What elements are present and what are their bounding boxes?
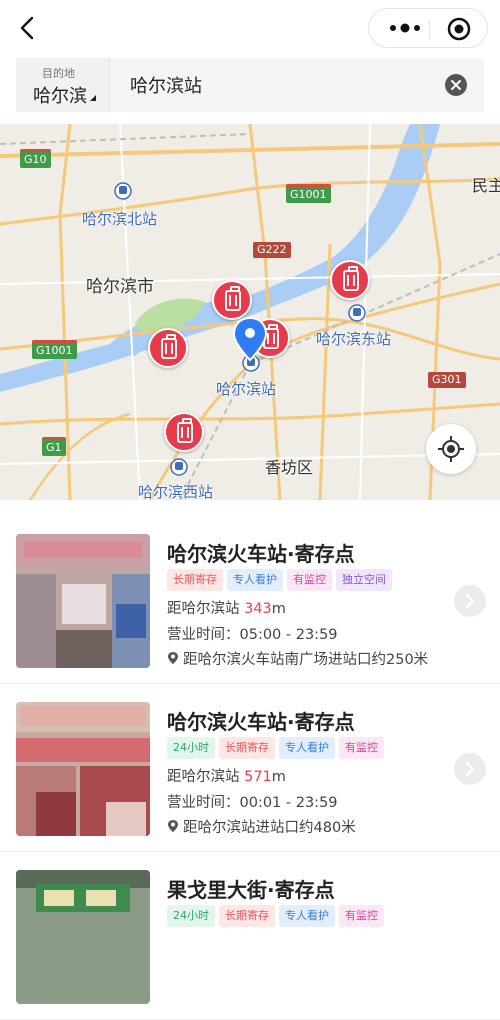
tag: 独立空间 bbox=[336, 569, 392, 591]
destination-label: 目的地 bbox=[42, 67, 75, 80]
dropdown-caret-icon bbox=[90, 95, 96, 101]
locate-me-button[interactable] bbox=[426, 424, 476, 474]
distance-value: 343 bbox=[244, 601, 272, 617]
distance-value: 571 bbox=[244, 769, 272, 785]
luggage-pin-east[interactable] bbox=[330, 260, 370, 300]
tag: 长期寄存 bbox=[219, 737, 275, 759]
storefront-photo bbox=[16, 534, 150, 668]
destination-selector[interactable]: 目的地 哈尔滨 bbox=[16, 58, 110, 112]
highway-shield-g10: G10 bbox=[20, 149, 51, 168]
luggage-icon bbox=[161, 334, 177, 359]
luggage-pin-north[interactable] bbox=[212, 280, 252, 320]
tag: 专人看护 bbox=[279, 905, 335, 927]
map-label-harbin-west: 哈尔滨西站 bbox=[138, 484, 214, 500]
search-input[interactable]: 哈尔滨站 bbox=[130, 72, 202, 98]
listing-address: 距哈尔滨火车站南广场进站口约250米 bbox=[167, 648, 428, 669]
highway-shield-g1: G1 bbox=[42, 437, 66, 456]
search-bar: 目的地 哈尔滨 哈尔滨站 bbox=[16, 58, 484, 112]
tag: 长期寄存 bbox=[167, 569, 223, 591]
storefront-photo bbox=[16, 870, 150, 1004]
map-view[interactable]: G10 G1001 G222 G1001 G301 G1 民主 哈尔滨北站 哈尔… bbox=[0, 124, 500, 500]
luggage-icon bbox=[343, 266, 359, 291]
highway-shield-g222: G222 bbox=[253, 242, 291, 258]
tag: 有监控 bbox=[339, 905, 384, 927]
tag: 24小时 bbox=[167, 737, 215, 759]
back-arrow-icon[interactable] bbox=[14, 12, 46, 44]
listing-address: 距哈尔滨站进站口约480米 bbox=[167, 816, 356, 837]
capsule-divider bbox=[429, 19, 430, 39]
list-item[interactable]: 果戈里大街·寄存点 24小时 长期寄存 专人看护 有监控 bbox=[0, 852, 500, 1020]
list-item[interactable]: 哈尔滨火车站·寄存点 长期寄存 专人看护 有监控 独立空间 距哈尔滨站 343m… bbox=[0, 516, 500, 684]
distance-unit: m bbox=[271, 601, 286, 617]
map-pin-icon bbox=[168, 652, 178, 664]
tag: 有监控 bbox=[339, 737, 384, 759]
train-station-icon bbox=[170, 458, 188, 476]
listing-title: 哈尔滨火车站·寄存点 bbox=[167, 710, 355, 734]
map-pin-icon bbox=[168, 820, 178, 832]
luggage-pin-west[interactable] bbox=[148, 328, 188, 368]
top-nav-bar bbox=[0, 0, 500, 56]
train-station-icon bbox=[114, 182, 132, 200]
crosshair-icon bbox=[438, 436, 464, 462]
chevron-right-icon[interactable] bbox=[454, 585, 486, 617]
distance-unit: m bbox=[271, 769, 286, 785]
listing-tags: 24小时 长期寄存 专人看护 有监控 bbox=[167, 905, 384, 927]
map-label-harbin-east: 哈尔滨东站 bbox=[316, 331, 392, 348]
map-label-xiangfang: 香坊区 bbox=[265, 460, 314, 477]
listing-hours: 营业时间：00:01 - 23:59 bbox=[167, 795, 338, 811]
list-item[interactable]: 哈尔滨火车站·寄存点 24小时 长期寄存 专人看护 有监控 距哈尔滨站 571m… bbox=[0, 684, 500, 852]
map-base bbox=[0, 124, 500, 500]
listing-tags: 24小时 长期寄存 专人看护 有监控 bbox=[167, 737, 384, 759]
storefront-photo bbox=[16, 702, 150, 836]
close-miniprogram-icon[interactable] bbox=[447, 17, 471, 41]
listing-title: 果戈里大街·寄存点 bbox=[167, 878, 335, 902]
listing-tags: 长期寄存 专人看护 有监控 独立空间 bbox=[167, 569, 392, 591]
listing-title: 哈尔滨火车站·寄存点 bbox=[167, 542, 355, 566]
tag: 专人看护 bbox=[279, 737, 335, 759]
highway-shield-g1001: G1001 bbox=[286, 184, 331, 203]
map-label-minzhu: 民主 bbox=[472, 178, 500, 195]
tag: 有监控 bbox=[287, 569, 332, 591]
tag: 专人看护 bbox=[227, 569, 283, 591]
map-label-harbin-station: 哈尔滨站 bbox=[216, 381, 277, 398]
listing-hours: 营业时间：05:00 - 23:59 bbox=[167, 627, 338, 643]
distance-prefix: 距哈尔滨站 bbox=[167, 601, 245, 617]
luggage-pin-south[interactable] bbox=[164, 412, 204, 452]
tag: 24小时 bbox=[167, 905, 215, 927]
distance-prefix: 距哈尔滨站 bbox=[167, 769, 245, 785]
destination-city: 哈尔滨 bbox=[33, 86, 87, 107]
map-label-harbin-city: 哈尔滨市 bbox=[86, 277, 154, 296]
miniprogram-capsule bbox=[368, 8, 488, 48]
address-text: 距哈尔滨站进站口约480米 bbox=[183, 820, 356, 836]
highway-shield-g1001-west: G1001 bbox=[32, 340, 77, 359]
tag: 长期寄存 bbox=[219, 905, 275, 927]
highway-shield-g301: G301 bbox=[428, 372, 466, 388]
luggage-icon bbox=[225, 286, 241, 311]
chevron-right-icon[interactable] bbox=[454, 753, 486, 785]
address-text: 距哈尔滨火车站南广场进站口约250米 bbox=[183, 652, 429, 668]
map-label-harbin-north: 哈尔滨北站 bbox=[82, 211, 158, 228]
clear-search-icon[interactable] bbox=[445, 74, 467, 96]
location-marker-icon bbox=[232, 316, 268, 362]
listing-distance: 距哈尔滨站 343m bbox=[167, 597, 286, 618]
train-station-icon bbox=[348, 304, 366, 322]
listing-distance: 距哈尔滨站 571m bbox=[167, 765, 286, 786]
luggage-icon bbox=[177, 418, 193, 443]
more-icon[interactable] bbox=[383, 17, 427, 39]
